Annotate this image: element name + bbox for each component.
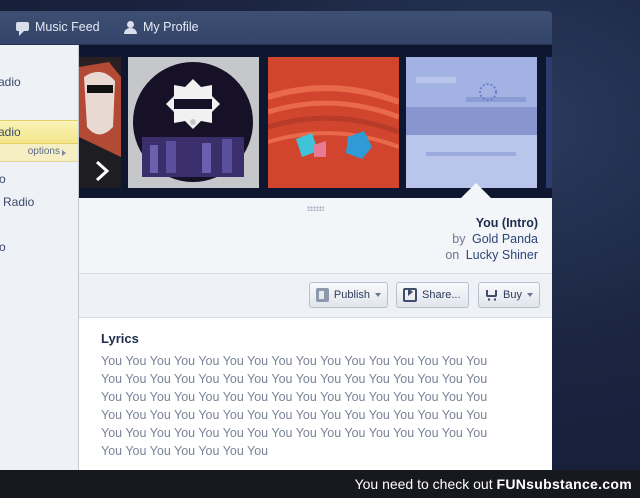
share-icon xyxy=(403,288,417,302)
sidebar-options-label: options xyxy=(27,146,60,157)
lyrics-line: You You You You You You You You You You … xyxy=(101,390,488,404)
nav-my-profile-label: My Profile xyxy=(143,20,199,34)
nav-music-feed[interactable]: Music Feed xyxy=(16,20,100,36)
lyrics-line: You You You You You You You You You You … xyxy=(101,408,488,422)
sidebar-item-4[interactable]: Radio xyxy=(3,195,34,209)
sidebar-item-3[interactable]: o xyxy=(0,172,6,186)
album-carousel xyxy=(79,45,552,198)
watermark-brand: FUNsubstance.com xyxy=(496,476,632,492)
share-label: Share... xyxy=(422,289,461,301)
speech-bubble-icon xyxy=(16,21,29,36)
album-cover-1[interactable] xyxy=(79,57,121,188)
cart-icon xyxy=(485,288,498,302)
lyrics-heading: Lyrics xyxy=(101,331,139,346)
artist-link[interactable]: Gold Panda xyxy=(472,232,538,246)
lyrics-line: You You You You You You You xyxy=(101,444,269,458)
buy-label: Buy xyxy=(503,289,522,301)
sidebar-options-link[interactable]: options xyxy=(0,144,78,162)
track-album-line: on Lucky Shiner xyxy=(445,248,538,262)
sidebar-item-5[interactable]: o xyxy=(0,240,6,254)
watermark-text: You need to check out FUNsubstance.com xyxy=(355,476,632,492)
share-button[interactable]: Share... xyxy=(396,282,469,308)
album-cover-5[interactable] xyxy=(546,57,552,188)
track-title: You (Intro) xyxy=(475,216,538,230)
chevron-right-icon xyxy=(62,150,66,156)
lyrics-line: You You You You You You You You You You … xyxy=(101,426,488,440)
publish-button[interactable]: Publish xyxy=(309,282,388,308)
album-cover-kuedo[interactable] xyxy=(128,57,259,188)
track-by-prefix: by xyxy=(452,232,466,246)
sidebar-item-1[interactable]: adio xyxy=(0,75,21,89)
track-header: You (Intro) by Gold Panda on Lucky Shine… xyxy=(79,198,552,274)
selected-album-pointer xyxy=(461,183,491,198)
chevron-down-icon xyxy=(375,293,381,297)
lyrics-line: You You You You You You You You You You … xyxy=(101,354,488,368)
sidebar-item-2: adio xyxy=(0,125,21,139)
watermark-bar: You need to check out FUNsubstance.com xyxy=(0,470,640,498)
album-cover-galactic[interactable] xyxy=(268,57,399,188)
person-icon xyxy=(124,20,137,34)
sidebar-item-active[interactable]: adio xyxy=(0,120,78,144)
watermark-prefix: You need to check out xyxy=(354,476,497,492)
track-panel: You (Intro) by Gold Panda on Lucky Shine… xyxy=(79,198,552,470)
nav-my-profile[interactable]: My Profile xyxy=(124,20,199,34)
publish-label: Publish xyxy=(333,289,370,301)
album-link[interactable]: Lucky Shiner xyxy=(466,248,538,262)
action-bar: Publish Share... Buy xyxy=(79,274,552,318)
track-artist-line: by Gold Panda xyxy=(452,232,538,246)
lyrics-line: You You You You You You You You You You … xyxy=(101,372,488,386)
album-cover-you-intro[interactable] xyxy=(406,57,537,188)
top-nav-bar: Music Feed My Profile xyxy=(0,11,552,45)
resize-grip-icon[interactable] xyxy=(307,206,324,211)
chevron-down-icon xyxy=(527,293,533,297)
track-on-prefix: on xyxy=(445,248,460,262)
publish-icon xyxy=(316,288,329,302)
nav-music-feed-label: Music Feed xyxy=(35,20,100,34)
sidebar: adio adio options o Radio o xyxy=(0,45,79,470)
buy-button[interactable]: Buy xyxy=(478,282,540,308)
lyrics-text: You You You You You You You You You You … xyxy=(101,352,541,460)
